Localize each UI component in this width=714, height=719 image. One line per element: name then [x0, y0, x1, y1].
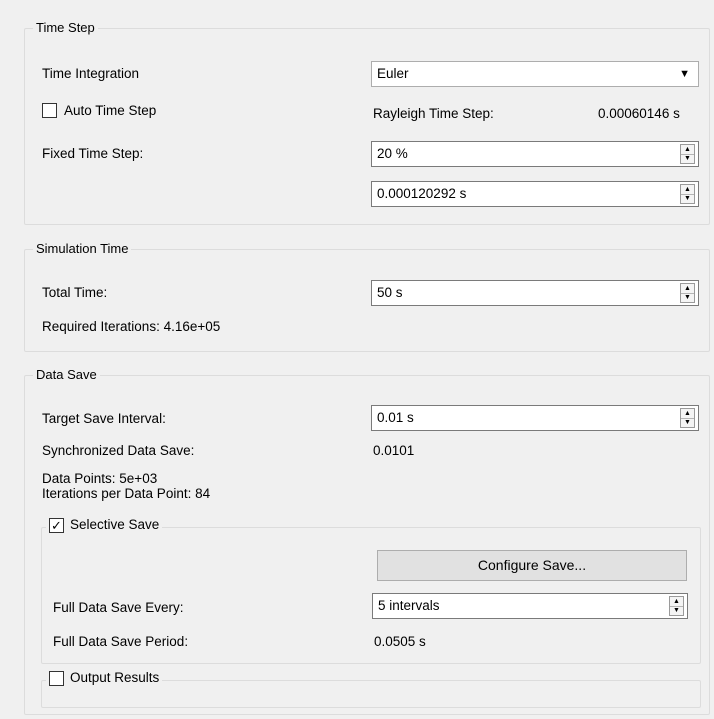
spin-down-icon[interactable]: ▼	[681, 417, 694, 428]
total-time-label: Total Time:	[42, 285, 108, 300]
fixed-seconds-spinner[interactable]: ▲ ▼	[680, 184, 695, 204]
full-data-save-every-spinner[interactable]: ▲ ▼	[669, 596, 684, 616]
fixed-time-step-seconds-value: 0.000120292 s	[377, 186, 467, 201]
full-data-save-every-label: Full Data Save Every:	[53, 600, 184, 615]
data-save-title: Data Save	[33, 367, 100, 383]
iterations-per-point-text: Iterations per Data Point: 84	[42, 486, 211, 501]
fixed-time-step-percent-input[interactable]: 20 % ▲ ▼	[371, 141, 699, 167]
output-results-checkbox[interactable]	[49, 670, 64, 686]
total-time-spinner[interactable]: ▲ ▼	[680, 283, 695, 303]
spin-down-icon[interactable]: ▼	[681, 193, 694, 204]
output-results-title-row[interactable]: Output Results	[46, 670, 163, 686]
selective-save-title-row[interactable]: ✓ Selective Save	[46, 517, 163, 533]
spin-down-icon[interactable]: ▼	[681, 292, 694, 303]
simulation-time-group: Simulation Time Total Time: 50 s ▲ ▼ Req…	[24, 241, 710, 352]
data-save-group: Data Save Target Save Interval: 0.01 s ▲…	[24, 367, 710, 715]
time-integration-value: Euler	[377, 66, 409, 81]
required-iterations-text: Required Iterations: 4.16e+05	[42, 319, 221, 334]
target-save-interval-spinner[interactable]: ▲ ▼	[680, 408, 695, 428]
output-results-group: Output Results	[41, 670, 701, 708]
synchronized-data-save-value: 0.0101	[373, 443, 415, 458]
auto-time-step-checkbox-row[interactable]: Auto Time Step	[42, 103, 156, 118]
auto-time-step-label: Auto Time Step	[64, 103, 157, 118]
spin-up-icon[interactable]: ▲	[681, 284, 694, 293]
output-results-label: Output Results	[70, 670, 160, 685]
chevron-down-icon: ▼	[679, 68, 690, 80]
fixed-time-step-seconds-input[interactable]: 0.000120292 s ▲ ▼	[371, 181, 699, 207]
fixed-time-step-percent-value: 20 %	[377, 146, 408, 161]
target-save-interval-value: 0.01 s	[377, 410, 414, 425]
full-data-save-every-value: 5 intervals	[378, 598, 440, 613]
spin-up-icon[interactable]: ▲	[670, 597, 683, 606]
total-time-input[interactable]: 50 s ▲ ▼	[371, 280, 699, 306]
fixed-percent-spinner[interactable]: ▲ ▼	[680, 144, 695, 164]
full-data-save-period-label: Full Data Save Period:	[53, 634, 189, 649]
rayleigh-time-step-value: 0.00060146 s	[598, 106, 680, 121]
full-data-save-every-input[interactable]: 5 intervals ▲ ▼	[372, 593, 688, 619]
total-time-value: 50 s	[377, 285, 403, 300]
spin-down-icon[interactable]: ▼	[681, 153, 694, 164]
check-icon: ✓	[51, 517, 62, 533]
spin-down-icon[interactable]: ▼	[670, 605, 683, 616]
spin-up-icon[interactable]: ▲	[681, 185, 694, 194]
synchronized-data-save-label: Synchronized Data Save:	[42, 443, 195, 458]
time-integration-combo[interactable]: Euler ▼	[371, 61, 699, 87]
target-save-interval-input[interactable]: 0.01 s ▲ ▼	[371, 405, 699, 431]
time-step-title: Time Step	[33, 20, 98, 36]
time-integration-label: Time Integration	[42, 66, 140, 81]
selective-save-group: ✓ Selective Save Configure Save... Full …	[41, 517, 701, 664]
data-points-text: Data Points: 5e+03	[42, 471, 158, 486]
full-data-save-period-value: 0.0505 s	[374, 634, 426, 649]
time-step-group: Time Step Time Integration Euler ▼ Auto …	[24, 20, 710, 225]
fixed-time-step-label: Fixed Time Step:	[42, 146, 144, 161]
rayleigh-time-step-label: Rayleigh Time Step:	[373, 106, 494, 121]
spin-up-icon[interactable]: ▲	[681, 409, 694, 418]
auto-time-step-checkbox[interactable]	[42, 103, 57, 118]
target-save-interval-label: Target Save Interval:	[42, 411, 166, 426]
selective-save-checkbox[interactable]: ✓	[49, 517, 64, 533]
simulation-time-title: Simulation Time	[33, 241, 132, 257]
spin-up-icon[interactable]: ▲	[681, 145, 694, 154]
selective-save-label: Selective Save	[70, 517, 160, 532]
configure-save-button[interactable]: Configure Save...	[377, 550, 687, 581]
